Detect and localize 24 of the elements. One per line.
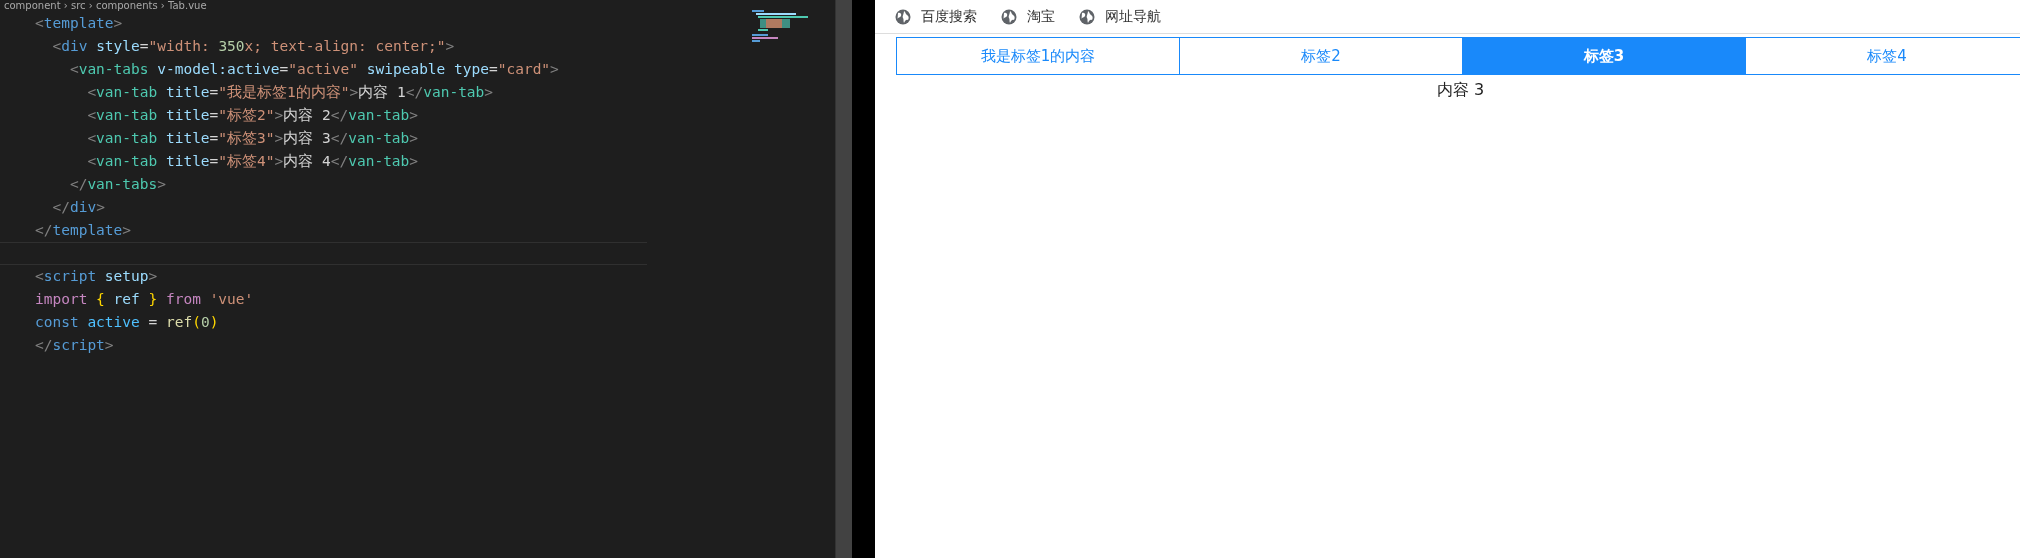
- globe-icon: [895, 8, 911, 25]
- code-line: <van-tab title="标签4">内容 4</van-tab>: [86, 152, 420, 171]
- code-line: <van-tabs v-model:active="active" swipeable type="card">: [68, 60, 560, 79]
- globe-icon: [1001, 8, 1017, 25]
- bookmark-label[interactable]: 淘宝: [1027, 7, 1055, 26]
- code-line: </script>: [34, 336, 115, 355]
- tab-content-text: 内容 3: [1436, 80, 1485, 101]
- globe-icon: [1079, 8, 1095, 25]
- code-line: <van-tab title="标签2">内容 2</van-tab>: [86, 106, 420, 125]
- scrollbar-thumb[interactable]: [835, 0, 852, 558]
- code-line: const active = ref(0): [34, 313, 220, 332]
- breadcrumb-path: component › src › components › Tab.vue: [3, 0, 208, 12]
- tab[interactable]: 标签3: [1463, 38, 1746, 74]
- code-line: <van-tab title="标签3">内容 3</van-tab>: [86, 129, 420, 148]
- bookmark-label[interactable]: 网址导航: [1105, 7, 1161, 26]
- code-line: </div>: [51, 198, 106, 217]
- code-line: <div style="width: 350x; text-align: center;">: [51, 37, 456, 56]
- bookmark-label[interactable]: 百度搜索: [921, 7, 977, 26]
- code-line: <van-tab title="我是标签1的内容">内容 1</van-tab>: [86, 83, 495, 102]
- code-line: <template>: [34, 14, 124, 33]
- code-line: </template>: [34, 221, 133, 240]
- code-line: </van-tabs>: [68, 175, 167, 194]
- code-line: import { ref } from 'vue': [34, 290, 255, 309]
- code-line: <script setup>: [34, 267, 159, 286]
